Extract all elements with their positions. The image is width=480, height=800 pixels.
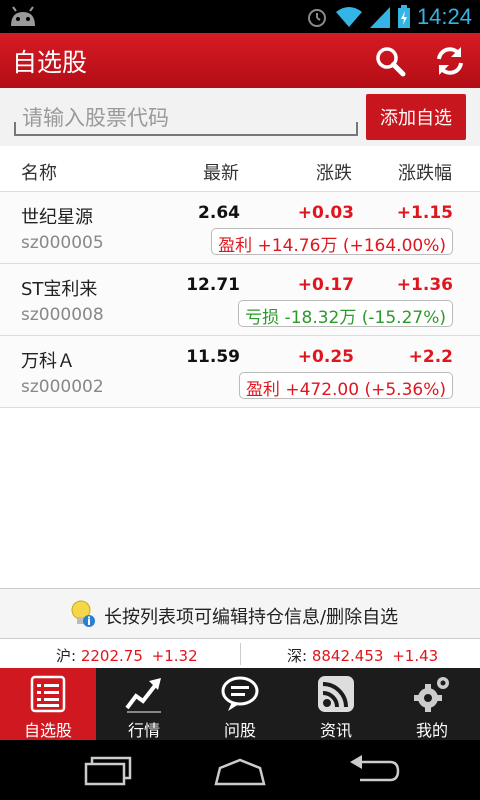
table-header: 名称 最新 涨跌 涨跌幅 [0, 146, 480, 192]
sh-index[interactable]: 沪: 2202.75 +1.32 [56, 645, 198, 666]
column-header-change-pct[interactable]: 涨跌幅 [398, 159, 452, 185]
column-header-latest[interactable]: 最新 [203, 159, 239, 185]
tab-label: 资讯 [319, 721, 352, 740]
stock-name: ST宝利来 [21, 279, 98, 300]
sh-index-label: 沪: [56, 647, 77, 665]
stock-change: +0.17 [297, 275, 354, 295]
battery-charging-icon [397, 5, 410, 28]
profit-loss-badge: 亏损 -18.32万 (-15.27%) [238, 300, 453, 328]
search-row: 添加自选 [0, 88, 480, 146]
hint-bar: 长按列表项可编辑持仓信息/删除自选 [0, 588, 480, 638]
stock-name: 世纪星源 [21, 207, 93, 228]
recent-apps-icon[interactable] [82, 754, 134, 788]
sz-index-label: 深: [287, 647, 308, 665]
wifi-icon [335, 7, 362, 27]
sz-index-value: 8842.453 [311, 647, 384, 665]
tab-label: 行情 [127, 721, 160, 740]
alarm-icon [307, 9, 326, 27]
tab-label: 问股 [223, 721, 256, 740]
system-navigation-bar [0, 740, 480, 800]
sh-index-change: +1.32 [151, 647, 198, 665]
stock-change-pct: +1.15 [396, 203, 453, 223]
market-chart-icon [125, 678, 161, 713]
stock-change-pct: +1.36 [396, 275, 453, 295]
gear-icon [414, 677, 449, 712]
profit-loss-badge: 盈利 +14.76万 (+164.00%) [211, 228, 453, 256]
signal-icon [369, 7, 390, 28]
column-header-change[interactable]: 涨跌 [316, 159, 352, 185]
stock-change: +0.25 [297, 347, 354, 367]
stock-code-search-input[interactable] [14, 102, 358, 136]
add-to-watchlist-button[interactable]: 添加自选 [366, 94, 466, 140]
stock-code: sz000002 [21, 377, 104, 397]
stock-code: sz000005 [21, 233, 104, 253]
tab-label: 自选股 [23, 721, 72, 740]
stock-change-pct: +2.2 [408, 347, 453, 367]
sh-index-value: 2202.75 [80, 647, 143, 665]
news-feed-icon [318, 676, 354, 712]
stock-row[interactable]: 万科Ａ sz000002 11.59 +0.25 +2.2 盈利 +472.00… [0, 336, 480, 408]
stock-row[interactable]: 世纪星源 sz000005 2.64 +0.03 +1.15 盈利 +14.76… [0, 192, 480, 264]
tab-market[interactable]: 行情 [96, 668, 192, 740]
profit-loss-badge: 盈利 +472.00 (+5.36%) [238, 372, 453, 400]
tab-profile[interactable]: 我的 [384, 668, 480, 740]
stock-name: 万科Ａ [21, 351, 75, 372]
lightbulb-info-icon [71, 600, 95, 627]
column-header-name[interactable]: 名称 [21, 159, 57, 185]
status-bar: 14:24 [0, 0, 480, 33]
tab-watchlist[interactable]: 自选股 [0, 668, 96, 740]
watchlist-icon [30, 675, 66, 713]
refresh-icon[interactable] [432, 43, 468, 79]
watchlist-content: 添加自选 名称 最新 涨跌 涨跌幅 世纪星源 sz000005 2.64 +0.… [0, 88, 480, 588]
index-divider [240, 643, 241, 665]
sz-index-change: +1.43 [392, 647, 439, 665]
stock-price: 12.71 [186, 275, 240, 295]
tab-news[interactable]: 资讯 [288, 668, 384, 740]
stock-price: 2.64 [198, 203, 240, 223]
hint-text: 长按列表项可编辑持仓信息/删除自选 [104, 607, 399, 628]
chat-bubble-icon [221, 676, 259, 711]
tab-label: 我的 [415, 721, 448, 740]
back-icon[interactable] [346, 754, 402, 788]
home-icon[interactable] [212, 754, 268, 788]
bottom-tab-bar: 自选股 行情 问股 资讯 我的 [0, 668, 480, 740]
market-index-bar: 沪: 2202.75 +1.32 深: 8842.453 +1.43 [0, 638, 480, 668]
android-notification-icon [11, 6, 35, 26]
page-title: 自选股 [12, 48, 88, 77]
sz-index[interactable]: 深: 8842.453 +1.43 [287, 645, 438, 666]
app-bar: 自选股 [0, 33, 480, 88]
search-icon[interactable] [372, 43, 408, 79]
stock-row[interactable]: ST宝利来 sz000008 12.71 +0.17 +1.36 亏损 -18.… [0, 264, 480, 336]
stock-change: +0.03 [297, 203, 354, 223]
tab-ask-stock[interactable]: 问股 [192, 668, 288, 740]
stock-price: 11.59 [186, 347, 240, 367]
clock-time: 14:24 [416, 4, 472, 29]
stock-code: sz000008 [21, 305, 104, 325]
